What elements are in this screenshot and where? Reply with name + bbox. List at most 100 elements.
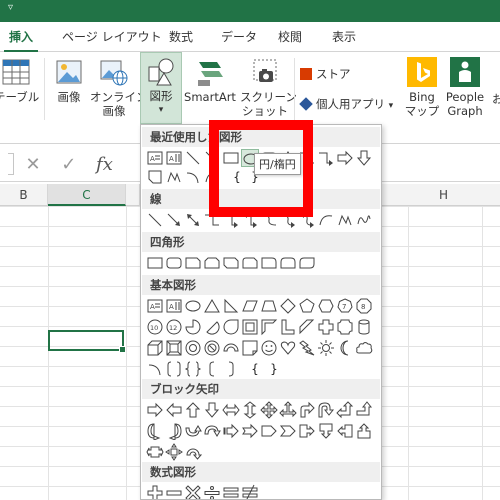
teardrop-icon[interactable] [222,318,240,336]
customize-qat-icon[interactable]: ▿ [8,2,13,13]
multiply-icon[interactable] [184,484,202,499]
quad-arrow-icon[interactable] [260,401,278,419]
chevron-icon[interactable] [279,422,297,440]
moon-icon[interactable] [336,339,354,357]
snip-single-corner-rectangle-icon[interactable] [184,254,202,272]
trapezoid-icon[interactable] [260,297,278,315]
double-brace-icon[interactable] [184,360,202,378]
diamond-icon[interactable] [279,297,297,315]
circular-arrow-icon[interactable] [184,443,202,461]
parallelogram-icon[interactable] [241,297,259,315]
donut-icon[interactable] [184,339,202,357]
snip-diagonal-rectangle-icon[interactable] [222,254,240,272]
equal-icon[interactable] [222,484,240,499]
arc-icon[interactable] [184,168,202,186]
freeform-icon[interactable] [336,211,354,229]
right-arrow-callout-icon[interactable] [298,422,316,440]
smartart-button[interactable]: SmartArt [182,56,238,104]
line-icon[interactable] [146,211,164,229]
pie-icon[interactable] [184,318,202,336]
tab-review[interactable]: 校閲 [276,22,304,52]
cross-icon[interactable] [317,318,335,336]
rectangle-icon[interactable] [146,254,164,272]
elbow-arrow-connector-icon[interactable] [317,149,335,167]
column-header-h[interactable]: H [382,184,500,206]
column-header-b[interactable]: B [0,184,48,206]
down-arrow-icon[interactable] [355,149,373,167]
pentagon-arrow-icon[interactable] [260,422,278,440]
personal-apps-button[interactable]: 個人用アプリ ▾ [299,96,393,112]
name-box[interactable] [8,153,14,175]
not-equal-icon[interactable] [241,484,259,499]
curved-right-arrow-icon[interactable] [146,422,164,440]
snip-corner-icon[interactable] [146,168,164,186]
truncated-button[interactable]: お [492,56,500,106]
half-frame-icon[interactable] [260,318,278,336]
arc-icon[interactable] [146,360,164,378]
curved-down-arrow-icon[interactable] [203,422,221,440]
bevel-icon[interactable] [165,339,183,357]
bent-arrow-icon[interactable] [298,401,316,419]
notched-right-arrow-icon[interactable] [241,422,259,440]
text-box-icon[interactable]: A [146,149,164,167]
dodecagon-icon[interactable]: 12 [165,318,183,336]
curve-icon[interactable] [317,211,335,229]
cube-icon[interactable] [146,339,164,357]
arrow-line-icon[interactable] [165,211,183,229]
cancel-icon[interactable]: ✕ [18,154,48,175]
heptagon-icon[interactable]: 7 [336,297,354,315]
left-right-arrow-icon[interactable] [222,401,240,419]
left-up-arrow-icon[interactable] [336,401,354,419]
minus-icon[interactable] [165,484,183,499]
striped-right-arrow-icon[interactable] [222,422,240,440]
bent-up-arrow-icon[interactable] [355,401,373,419]
divide-icon[interactable] [203,484,221,499]
curved-up-arrow-icon[interactable] [184,422,202,440]
smiley-face-icon[interactable] [260,339,278,357]
insert-function-icon[interactable]: fx [89,154,119,175]
no-symbol-icon[interactable] [203,339,221,357]
quad-arrow-callout-icon[interactable] [165,443,183,461]
down-arrow-callout-icon[interactable] [317,422,335,440]
heart-icon[interactable] [279,339,297,357]
round-diagonal-rectangle-icon[interactable] [298,254,316,272]
left-arrow-callout-icon[interactable] [336,422,354,440]
pentagon-icon[interactable] [298,297,316,315]
left-right-up-arrow-icon[interactable] [279,401,297,419]
double-bracket-icon[interactable] [165,360,183,378]
online-pictures-button[interactable]: オンライン 画像 [90,56,148,118]
tab-page-layout[interactable]: ページ レイアウト [60,22,164,52]
plaque-icon[interactable] [336,318,354,336]
vertical-text-box-icon[interactable]: A [165,297,183,315]
round-single-corner-rectangle-icon[interactable] [260,254,278,272]
folded-corner-icon[interactable] [241,339,259,357]
block-arc-icon[interactable] [222,339,240,357]
left-brace-icon[interactable]: { [246,360,264,378]
people-graph-button[interactable]: People Graph [444,56,486,118]
screenshot-button[interactable]: スクリーン ショット [240,56,297,118]
chord-icon[interactable] [203,318,221,336]
column-header-d[interactable] [126,184,140,206]
right-bracket-icon[interactable] [222,360,240,378]
left-arrow-icon[interactable] [165,401,183,419]
enter-icon[interactable]: ✓ [54,154,84,175]
up-arrow-callout-icon[interactable] [355,422,373,440]
freeform-icon[interactable] [165,168,183,186]
frame-icon[interactable] [241,318,259,336]
column-header-c[interactable]: C [48,184,126,206]
sun-icon[interactable] [317,339,335,357]
right-arrow-icon[interactable] [336,149,354,167]
can-icon[interactable] [355,318,373,336]
table-button[interactable]: テーブル [0,56,39,104]
active-cell[interactable] [48,330,126,353]
picture-button[interactable]: 画像 [52,56,86,104]
snip-round-rectangle-icon[interactable] [241,254,259,272]
right-arrow-icon[interactable] [146,401,164,419]
tab-view[interactable]: 表示 [330,22,358,52]
round-same-side-rectangle-icon[interactable] [279,254,297,272]
decagon-icon[interactable]: 10 [146,318,164,336]
tab-data[interactable]: データ [219,22,259,52]
oval-icon[interactable] [184,297,202,315]
triangle-icon[interactable] [203,297,221,315]
tab-insert[interactable]: 挿入 [4,22,38,52]
